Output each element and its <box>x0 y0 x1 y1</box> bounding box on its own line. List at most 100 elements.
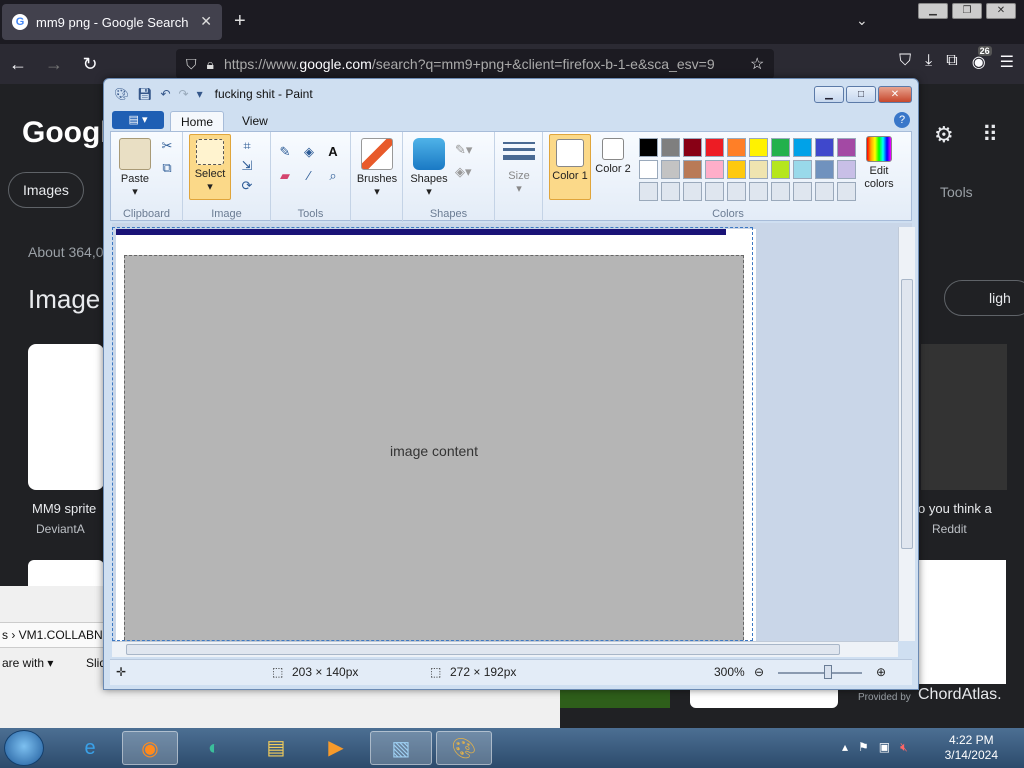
resize-icon[interactable]: ⇲ <box>239 158 255 174</box>
firefox-icon[interactable]: ◉ <box>122 731 178 765</box>
pocket-icon[interactable]: ⛉ <box>899 52 911 72</box>
downloads-icon[interactable]: ⤓ <box>925 52 932 72</box>
close-window-icon[interactable]: ✕ <box>986 3 1016 19</box>
palette-swatch[interactable] <box>705 138 724 157</box>
clock[interactable]: 4:22 PM 3/14/2024 <box>945 733 998 763</box>
palette-swatch[interactable] <box>661 160 680 179</box>
palette-swatch[interactable] <box>793 138 812 157</box>
palette-swatch[interactable] <box>661 182 680 201</box>
select-button[interactable]: Select ▾ <box>189 134 231 200</box>
minimize-icon[interactable]: ▁ <box>918 3 948 19</box>
horizontal-scrollbar[interactable] <box>112 641 898 657</box>
cut-icon[interactable]: ✂ <box>159 138 175 154</box>
palette-swatch[interactable] <box>683 160 702 179</box>
rotate-icon[interactable]: ⟳ <box>239 178 255 194</box>
palette-swatch[interactable] <box>749 182 768 201</box>
result-caption-right[interactable]: o you think a <box>918 501 992 516</box>
chordatlas-source[interactable]: ChordAtlas. <box>918 686 1002 704</box>
images-chip[interactable]: Images <box>8 172 84 208</box>
result-source-left[interactable]: DeviantA <box>36 522 85 536</box>
crop-icon[interactable]: ⌗ <box>239 138 255 154</box>
paint-taskbar-icon[interactable]: 🎨︎ <box>436 731 492 765</box>
palette-swatch[interactable] <box>793 160 812 179</box>
volume-muted-icon[interactable]: 🔇︎ <box>900 740 908 755</box>
help-icon[interactable]: ? <box>894 112 910 128</box>
palette-swatch[interactable] <box>815 182 834 201</box>
back-icon[interactable]: ← <box>0 54 36 75</box>
new-tab-icon[interactable]: + <box>234 10 246 33</box>
result-source-right[interactable]: Reddit <box>932 522 967 536</box>
settings-gear-icon[interactable]: ⚙ <box>934 122 954 148</box>
vertical-scroll-thumb[interactable] <box>901 279 913 549</box>
palette-swatch[interactable] <box>771 182 790 201</box>
file-explorer-icon[interactable]: ▤ <box>248 731 304 765</box>
save-icon[interactable]: 💾︎ <box>137 87 152 101</box>
paint-minimize-icon[interactable]: ▁ <box>814 86 844 103</box>
zoom-in-icon[interactable]: ⊕ <box>876 665 886 679</box>
palette-swatch[interactable] <box>639 182 658 201</box>
paint-maximize-icon[interactable]: □ <box>846 86 876 103</box>
fill-icon[interactable]: ◈ <box>301 144 317 160</box>
result-caption-left[interactable]: MM9 sprite <box>32 501 96 516</box>
palette-swatch[interactable] <box>771 138 790 157</box>
paste-button[interactable]: Paste ▾ <box>117 138 153 199</box>
palette-swatch[interactable] <box>705 182 724 201</box>
selection-rectangle[interactable] <box>112 227 753 641</box>
reload-icon[interactable]: ↻ <box>72 54 108 75</box>
network-icon[interactable]: ▣ <box>879 740 890 755</box>
media-player-icon[interactable]: ▶ <box>308 731 364 765</box>
palette-swatch[interactable] <box>639 138 658 157</box>
paint-menu-button[interactable]: ▤ ▾ <box>112 111 164 129</box>
palette-swatch[interactable] <box>749 160 768 179</box>
color-picker-icon[interactable]: ⁄ <box>301 168 317 184</box>
tracking-shield-icon[interactable]: ⛉ <box>186 56 197 73</box>
magnifier-icon[interactable]: ⌕ <box>325 168 341 184</box>
result-thumbnail-left[interactable] <box>28 344 104 490</box>
internet-explorer-icon[interactable]: e <box>62 731 118 765</box>
paint-close-icon[interactable]: ✕ <box>878 86 912 103</box>
zoom-slider-track[interactable] <box>778 672 862 674</box>
horizontal-scroll-thumb[interactable] <box>126 644 840 655</box>
forward-icon[interactable]: → <box>36 54 72 75</box>
vertical-scrollbar[interactable] <box>898 227 915 641</box>
bookmark-star-icon[interactable]: ☆ <box>750 54 764 74</box>
eraser-icon[interactable]: ▰ <box>277 168 293 184</box>
app-icon[interactable]: ◐ <box>186 731 242 765</box>
palette-swatch[interactable] <box>749 138 768 157</box>
palette-swatch[interactable] <box>683 138 702 157</box>
undo-icon[interactable]: ↶ <box>160 87 170 101</box>
palette-swatch[interactable] <box>661 138 680 157</box>
browser-tab[interactable]: G mm9 png - Google Search ✕ <box>2 4 222 40</box>
result-thumbnail-right[interactable] <box>921 344 1007 490</box>
extensions-icon[interactable]: ⧉ <box>946 52 957 72</box>
palette-swatch[interactable] <box>771 160 790 179</box>
text-icon[interactable]: A <box>325 144 341 160</box>
photo-viewer-icon[interactable]: ▧ <box>370 731 432 765</box>
result-thumbnail-piano[interactable] <box>918 560 1006 684</box>
palette-swatch[interactable] <box>683 182 702 201</box>
menu-icon[interactable]: ☰ <box>1000 52 1014 72</box>
outline-icon[interactable]: ✎▾ <box>455 142 472 158</box>
palette-swatch[interactable] <box>815 160 834 179</box>
palette-swatch[interactable] <box>837 182 856 201</box>
close-tab-icon[interactable]: ✕ <box>200 13 212 30</box>
tab-view[interactable]: View <box>232 111 278 131</box>
color1-button[interactable]: Color 1 <box>549 134 591 200</box>
action-center-flag-icon[interactable]: ⚑ <box>858 740 869 755</box>
palette-swatch[interactable] <box>705 160 724 179</box>
addon-icon[interactable]: ◉ 26 <box>972 46 992 72</box>
show-hidden-icon[interactable]: ▴ <box>842 740 848 755</box>
restore-icon[interactable]: ❐ <box>952 3 982 19</box>
palette-swatch[interactable] <box>815 138 834 157</box>
palette-swatch[interactable] <box>639 160 658 179</box>
palette-swatch[interactable] <box>727 182 746 201</box>
palette-swatch[interactable] <box>793 182 812 201</box>
shape-fill-icon[interactable]: ◈▾ <box>455 164 472 180</box>
pencil-icon[interactable]: ✎ <box>277 144 293 160</box>
zoom-out-icon[interactable]: ⊖ <box>754 665 764 679</box>
paint-app-icon[interactable]: 🎨︎ <box>114 87 129 101</box>
color2-button[interactable]: Color 2 <box>595 138 631 176</box>
tab-home[interactable]: Home <box>170 111 225 131</box>
size-button[interactable]: Size ▾ <box>499 140 539 196</box>
lock-icon[interactable]: 🔒︎ <box>207 56 214 73</box>
